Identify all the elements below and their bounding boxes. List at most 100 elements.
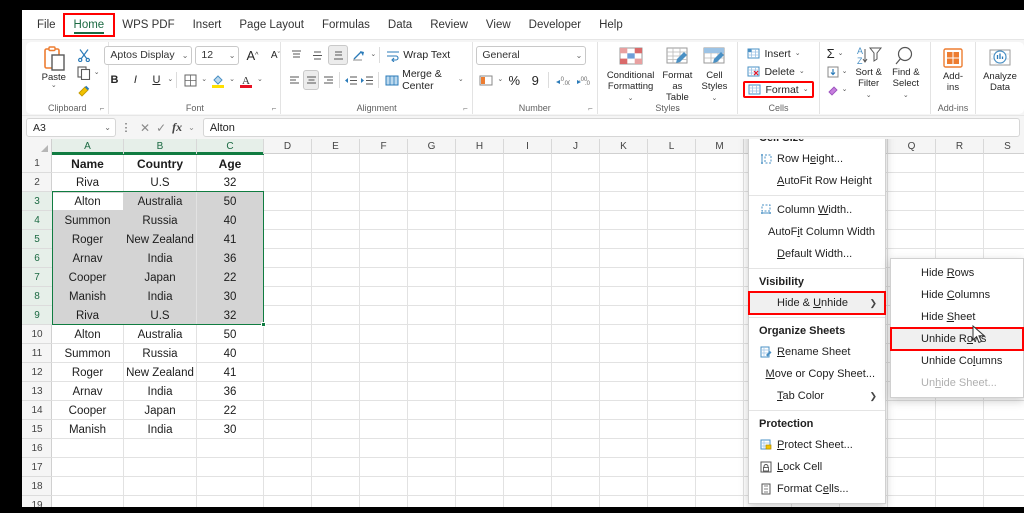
- underline-button[interactable]: U: [146, 70, 166, 90]
- enter-icon[interactable]: ✓: [156, 121, 166, 135]
- increase-indent-button[interactable]: [360, 70, 376, 90]
- fill-color-button[interactable]: [208, 70, 228, 90]
- chevron-down-icon[interactable]: ⌄: [201, 76, 207, 83]
- menu-item-move-or-copy-sheet[interactable]: Move or Copy Sheet...: [749, 363, 885, 385]
- row-header-13[interactable]: 13: [22, 382, 52, 401]
- cancel-icon[interactable]: ✕: [140, 121, 150, 135]
- row-header-18[interactable]: 18: [22, 477, 52, 496]
- find-select-button[interactable]: Find & Select ⌄: [887, 44, 925, 101]
- row-header-4[interactable]: 4: [22, 211, 52, 230]
- column-header-k[interactable]: K: [600, 139, 648, 154]
- cell-C10[interactable]: 50: [197, 325, 263, 344]
- submenu-item-hide-rows[interactable]: Hide Rows: [891, 262, 1023, 284]
- column-header-q[interactable]: Q: [888, 139, 936, 154]
- column-header-d[interactable]: D: [264, 139, 312, 154]
- tab-help[interactable]: Help: [590, 15, 632, 35]
- menu-item-column-width[interactable]: Column Width..: [749, 199, 885, 221]
- clipboard-dialog-launcher-icon[interactable]: ⌐: [100, 104, 105, 113]
- row-header-10[interactable]: 10: [22, 325, 52, 344]
- tab-home[interactable]: Home: [62, 12, 116, 37]
- menu-item-lock-cell[interactable]: Lock Cell: [749, 456, 885, 478]
- cell-B15[interactable]: India: [124, 420, 196, 439]
- font-dialog-launcher-icon[interactable]: ⌐: [272, 104, 277, 113]
- borders-button[interactable]: [180, 70, 200, 90]
- align-right-button[interactable]: [320, 70, 336, 90]
- increase-font-size-button[interactable]: A ^: [242, 45, 262, 65]
- cell-B7[interactable]: Japan: [124, 268, 196, 287]
- orientation-button[interactable]: [349, 45, 369, 65]
- cell-B8[interactable]: India: [124, 287, 196, 306]
- menu-item-tab-color[interactable]: Tab Color ❯: [749, 385, 885, 407]
- row-header-12[interactable]: 12: [22, 363, 52, 382]
- tab-file[interactable]: File: [28, 15, 65, 35]
- cell-A3[interactable]: Alton: [52, 192, 123, 211]
- paste-button[interactable]: Paste ⌄: [33, 44, 75, 89]
- autosum-button[interactable]: Σ ⌄: [825, 45, 851, 62]
- cell-B10[interactable]: Australia: [124, 325, 196, 344]
- cell-A4[interactable]: Summon: [52, 211, 123, 230]
- formula-bar-more-icon[interactable]: ⋮: [120, 121, 132, 134]
- submenu-item-hide-columns[interactable]: Hide Columns: [891, 284, 1023, 306]
- column-header-e[interactable]: E: [312, 139, 360, 154]
- row-header-5[interactable]: 5: [22, 230, 52, 249]
- cell-B6[interactable]: India: [124, 249, 196, 268]
- column-header-s[interactable]: S: [984, 139, 1024, 154]
- submenu-item-hide-sheet[interactable]: Hide Sheet: [891, 306, 1023, 328]
- decrease-decimal-button[interactable]: .00.0: [573, 70, 593, 90]
- row-header-3[interactable]: 3: [22, 192, 52, 211]
- cell-A7[interactable]: Cooper: [52, 268, 123, 287]
- align-top-button[interactable]: [286, 45, 306, 65]
- select-all-corner[interactable]: [22, 139, 52, 154]
- cut-button[interactable]: [75, 46, 102, 63]
- tab-review[interactable]: Review: [421, 15, 477, 35]
- chevron-down-icon[interactable]: ⌄: [497, 76, 503, 83]
- submenu-item-unhide-rows[interactable]: Unhide Rows: [890, 327, 1024, 351]
- italic-button[interactable]: I: [125, 70, 145, 90]
- sort-filter-button[interactable]: A Z Sort & Filter ⌄: [851, 44, 887, 101]
- cell-B12[interactable]: New Zealand: [124, 363, 196, 382]
- cell-A15[interactable]: Manish: [52, 420, 123, 439]
- cell-A8[interactable]: Manish: [52, 287, 123, 306]
- cell-C9[interactable]: 32: [197, 306, 263, 325]
- chevron-down-icon[interactable]: ⌄: [167, 76, 173, 83]
- column-header-i[interactable]: I: [504, 139, 552, 154]
- menu-item-rename-sheet[interactable]: Rename Sheet: [749, 341, 885, 363]
- accounting-format-button[interactable]: [476, 70, 496, 90]
- cell-C3[interactable]: 50: [197, 192, 263, 211]
- cell-A6[interactable]: Arnav: [52, 249, 123, 268]
- cell-B4[interactable]: Russia: [124, 211, 196, 230]
- wrap-text-button[interactable]: Wrap Text: [383, 45, 453, 65]
- cell-C2[interactable]: 32: [197, 173, 263, 192]
- row-header-11[interactable]: 11: [22, 344, 52, 363]
- font-color-button[interactable]: A: [236, 70, 256, 90]
- chevron-down-icon[interactable]: ⌄: [458, 76, 464, 83]
- tab-developer[interactable]: Developer: [520, 15, 590, 35]
- copy-button[interactable]: ⌄: [75, 64, 102, 81]
- cell-styles-button[interactable]: Cell Styles ⌄: [696, 45, 732, 104]
- analyze-data-button[interactable]: Analyze Data: [979, 46, 1021, 94]
- cell-B5[interactable]: New Zealand: [124, 230, 196, 249]
- font-name-input[interactable]: Aptos Display ⌄: [104, 45, 193, 65]
- cell-B13[interactable]: India: [124, 382, 196, 401]
- cell-B11[interactable]: Russia: [124, 344, 196, 363]
- row-header-1[interactable]: 1: [22, 154, 52, 173]
- cell-B1[interactable]: Country: [124, 154, 196, 173]
- cell-B3[interactable]: Australia: [124, 192, 196, 211]
- cell-B14[interactable]: Japan: [124, 401, 196, 420]
- cell-A5[interactable]: Roger: [52, 230, 123, 249]
- column-header-m[interactable]: M: [696, 139, 744, 154]
- chevron-down-icon[interactable]: ⌄: [257, 76, 263, 83]
- cell-C7[interactable]: 22: [197, 268, 263, 287]
- decrease-indent-button[interactable]: [343, 70, 359, 90]
- cell-C5[interactable]: 41: [197, 230, 263, 249]
- cell-A10[interactable]: Alton: [52, 325, 123, 344]
- cell-C14[interactable]: 22: [197, 401, 263, 420]
- cell-C12[interactable]: 41: [197, 363, 263, 382]
- percent-style-button[interactable]: %: [504, 70, 524, 90]
- menu-item-protect-sheet[interactable]: Protect Sheet...: [749, 434, 885, 456]
- formula-input[interactable]: Alton: [202, 118, 1020, 137]
- format-painter-button[interactable]: [75, 82, 102, 99]
- cell-A2[interactable]: Riva: [52, 173, 123, 192]
- cell-C1[interactable]: Age: [197, 154, 263, 173]
- cell-C13[interactable]: 36: [197, 382, 263, 401]
